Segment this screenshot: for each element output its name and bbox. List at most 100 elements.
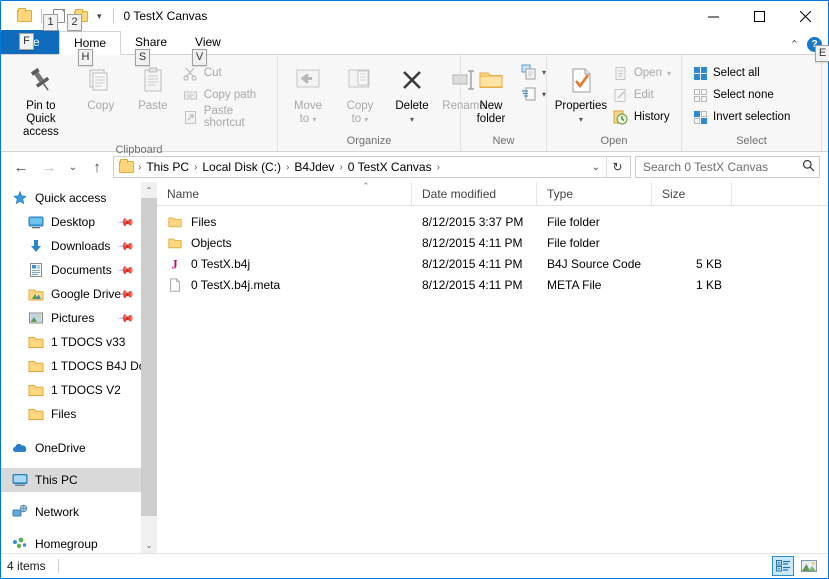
- explorer-window: ▾ 0 TestX Canvas 1 2 File Home Shar: [0, 0, 829, 579]
- cell-size: 5 KB: [695, 256, 722, 271]
- minimize-button[interactable]: [690, 1, 736, 31]
- search-box[interactable]: Search 0 TestX Canvas: [635, 156, 820, 178]
- new-item-caret-icon[interactable]: ▾: [542, 68, 546, 77]
- column-header-size[interactable]: Size: [652, 181, 732, 206]
- qat-folder-icon[interactable]: [13, 5, 35, 27]
- table-row[interactable]: Objects 8/12/2015 4:11 PM File folder: [157, 232, 828, 253]
- refresh-icon[interactable]: ↻: [606, 157, 628, 177]
- sidebar-item-pictures[interactable]: Pictures 📌: [1, 306, 141, 330]
- open-label: Open: [633, 67, 662, 79]
- column-header-type[interactable]: Type: [537, 181, 652, 206]
- sidebar-item-documents[interactable]: Documents 📌: [1, 258, 141, 282]
- sidebar-item-quick-access[interactable]: Quick access: [1, 186, 141, 210]
- table-row[interactable]: Files 8/12/2015 3:37 PM File folder: [157, 211, 828, 232]
- pin-icon-desktop[interactable]: 📌: [117, 213, 136, 232]
- easy-access-button[interactable]: ▾: [517, 83, 550, 105]
- sidebar-item-tdocs-b4j-do[interactable]: 1 TDOCS B4J Do: [1, 354, 141, 378]
- pin-to-quick-access-button[interactable]: Pin to Quick access: [7, 59, 75, 142]
- tab-share[interactable]: Share: [121, 30, 182, 54]
- magnifier-icon[interactable]: [802, 159, 815, 175]
- collapse-ribbon-icon[interactable]: ⌃: [790, 38, 799, 51]
- tab-view[interactable]: View: [181, 30, 235, 54]
- window-title: 0 TestX Canvas: [123, 9, 208, 23]
- open-small-buttons: Open ▾ Edit History: [609, 59, 675, 128]
- history-button[interactable]: History: [609, 106, 675, 128]
- cut-label: Cut: [203, 67, 222, 79]
- new-folder-button[interactable]: New folder: [465, 59, 517, 129]
- select-none-button[interactable]: Select none: [688, 84, 794, 106]
- sidebar-item-tdocs-v2[interactable]: 1 TDOCS V2: [1, 378, 141, 402]
- column-header-name[interactable]: Name: [157, 181, 412, 206]
- edit-label: Edit: [633, 89, 654, 101]
- breadcrumb-b4jdev[interactable]: B4Jdev: [291, 160, 337, 174]
- select-all-button[interactable]: Select all: [688, 62, 794, 84]
- breadcrumb-local-disk[interactable]: Local Disk (C:): [199, 160, 284, 174]
- close-button[interactable]: [782, 1, 828, 31]
- cell-name: Files: [157, 214, 412, 230]
- properties-caret-icon[interactable]: ▾: [579, 115, 583, 124]
- large-icons-view-button[interactable]: [798, 556, 820, 576]
- sidebar-item-homegroup[interactable]: Homegroup: [1, 532, 141, 553]
- ribbon-group-organize-title: Organize: [346, 135, 392, 147]
- sidebar-item-network[interactable]: Network: [1, 500, 141, 524]
- breadcrumb-bar[interactable]: › This PC › Local Disk (C:) › B4Jdev › 0…: [113, 156, 631, 178]
- homegroup-icon: [11, 536, 28, 553]
- qat-dropdown-icon[interactable]: ▾: [92, 11, 107, 22]
- recent-locations-button[interactable]: ⌄: [65, 155, 81, 179]
- invert-selection-button[interactable]: Invert selection: [688, 106, 794, 128]
- paste-shortcut-button: Paste shortcut: [179, 105, 271, 129]
- forward-button[interactable]: →: [37, 155, 61, 179]
- column-headers: Name Date modified Type Size ⌃: [157, 181, 828, 206]
- pin-icon-documents[interactable]: 📌: [117, 261, 136, 280]
- paste-shortcut-label: Paste shortcut: [203, 105, 245, 129]
- back-button[interactable]: ←: [9, 155, 33, 179]
- pin-icon-downloads[interactable]: 📌: [117, 237, 136, 256]
- up-button[interactable]: ↑: [85, 155, 109, 179]
- address-dropdown-icon[interactable]: ⌄: [586, 162, 606, 173]
- sidebar-item-this-pc[interactable]: This PC: [1, 468, 141, 492]
- move-to-caret-icon: ▾: [312, 115, 317, 124]
- sidebar-item-desktop[interactable]: Desktop 📌: [1, 210, 141, 234]
- breadcrumb-testx-canvas[interactable]: 0 TestX Canvas: [345, 160, 435, 174]
- sidebar-item-files[interactable]: Files: [1, 402, 141, 426]
- search-input[interactable]: Search 0 TestX Canvas: [643, 160, 802, 174]
- navigation-pane-scrollbar[interactable]: ⌃ ⌄: [141, 182, 157, 553]
- maximize-button[interactable]: [736, 1, 782, 31]
- tab-home-label: Home: [74, 36, 107, 50]
- scrollbar-track[interactable]: [141, 198, 157, 537]
- cell-type: File folder: [547, 214, 600, 229]
- scrollbar-thumb[interactable]: [141, 198, 157, 516]
- breadcrumb-sep-1: ›: [194, 161, 198, 173]
- delete-caret-icon[interactable]: ▾: [410, 115, 414, 124]
- keytip-view: V: [192, 49, 207, 66]
- sidebar-label-files: Files: [51, 407, 77, 421]
- new-item-button[interactable]: ▾: [517, 61, 550, 83]
- paste-button: Paste: [127, 59, 179, 116]
- properties-button[interactable]: Properties ▾: [553, 59, 609, 129]
- column-header-date-modified[interactable]: Date modified: [412, 181, 537, 206]
- sidebar-item-downloads[interactable]: Downloads 📌: [1, 234, 141, 258]
- pin-icon-pictures[interactable]: 📌: [117, 309, 136, 328]
- sidebar-label-this-pc: This PC: [35, 473, 78, 487]
- quick-access-toolbar: ▾ 0 TestX Canvas: [1, 5, 207, 27]
- table-row[interactable]: J 0 TestX.b4j 8/12/2015 4:11 PM B4J Sour…: [157, 253, 828, 274]
- table-row[interactable]: 0 TestX.b4j.meta 8/12/2015 4:11 PM META …: [157, 274, 828, 295]
- folder-icon-tdocs-b4j-do: [27, 358, 44, 375]
- sidebar-item-onedrive[interactable]: OneDrive: [1, 436, 141, 460]
- scroll-down-icon[interactable]: ⌄: [141, 537, 157, 553]
- scroll-up-icon[interactable]: ⌃: [141, 182, 157, 198]
- folder-icon-files: [27, 406, 44, 423]
- sidebar-item-google-drive[interactable]: Google Drive 📌: [1, 282, 141, 306]
- folder-icon-tdocs-v33: [27, 334, 44, 351]
- open-button: Open ▾: [609, 62, 675, 84]
- star-icon: [11, 190, 28, 207]
- delete-button[interactable]: Delete ▾: [386, 59, 438, 129]
- copy-path-label: Copy path: [203, 89, 257, 101]
- sidebar-label-documents: Documents: [51, 263, 112, 277]
- sidebar-item-tdocs-v33[interactable]: 1 TDOCS v33: [1, 330, 141, 354]
- breadcrumb-this-pc[interactable]: This PC: [143, 160, 192, 174]
- details-view-button[interactable]: [772, 556, 794, 576]
- pin-to-quick-access-label-2: access: [22, 126, 59, 138]
- documents-icon: [27, 262, 44, 279]
- easy-access-caret-icon[interactable]: ▾: [542, 90, 546, 99]
